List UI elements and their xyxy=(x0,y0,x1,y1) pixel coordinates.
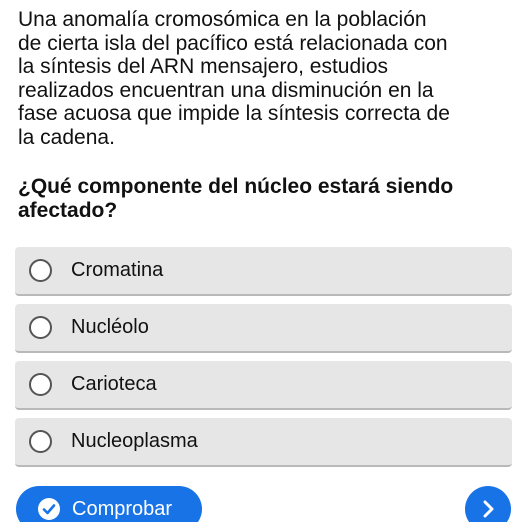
quiz-page: Una anomalía cromosómica en la población… xyxy=(0,0,517,522)
radio-button[interactable] xyxy=(29,373,52,396)
answer-option-cromatina[interactable]: Cromatina xyxy=(15,247,512,296)
next-question-button[interactable] xyxy=(465,486,511,522)
option-label: Nucléolo xyxy=(71,316,149,338)
passage-line: la cadena. xyxy=(18,125,115,149)
answer-option-carioteca[interactable]: Carioteca xyxy=(15,361,512,410)
radio-button[interactable] xyxy=(29,430,52,453)
question-line: ¿Qué componente del núcleo estará siendo xyxy=(18,175,454,198)
check-circle-icon xyxy=(38,498,60,520)
passage-line: realizados encuentran una disminución en… xyxy=(18,78,434,102)
check-answer-label: Comprobar xyxy=(72,497,173,520)
check-answer-button[interactable]: Comprobar xyxy=(16,486,202,522)
answer-option-nucleoplasma[interactable]: Nucleoplasma xyxy=(15,418,512,467)
question-line: afectado? xyxy=(18,199,118,222)
passage-line: de cierta isla del pacífico está relacio… xyxy=(18,31,448,55)
answer-option-nucleolo[interactable]: Nucléolo xyxy=(15,304,512,353)
question-passage: Una anomalía cromosómica en la población… xyxy=(18,8,510,149)
radio-button[interactable] xyxy=(29,259,52,282)
option-label: Carioteca xyxy=(71,373,157,395)
passage-line: Una anomalía cromosómica en la población xyxy=(18,8,427,31)
chevron-right-icon xyxy=(483,500,494,518)
passage-line: fase acuosa que impide la síntesis corre… xyxy=(18,102,450,125)
option-label: Nucleoplasma xyxy=(71,430,198,452)
answer-options: Cromatina Nucléolo Carioteca Nucleoplasm… xyxy=(15,247,512,475)
radio-button[interactable] xyxy=(29,316,52,339)
question-prompt: ¿Qué componente del núcleo estará siendo… xyxy=(18,175,488,223)
passage-line: la síntesis del ARN mensajero, estudios xyxy=(18,55,389,78)
option-label: Cromatina xyxy=(71,259,164,281)
